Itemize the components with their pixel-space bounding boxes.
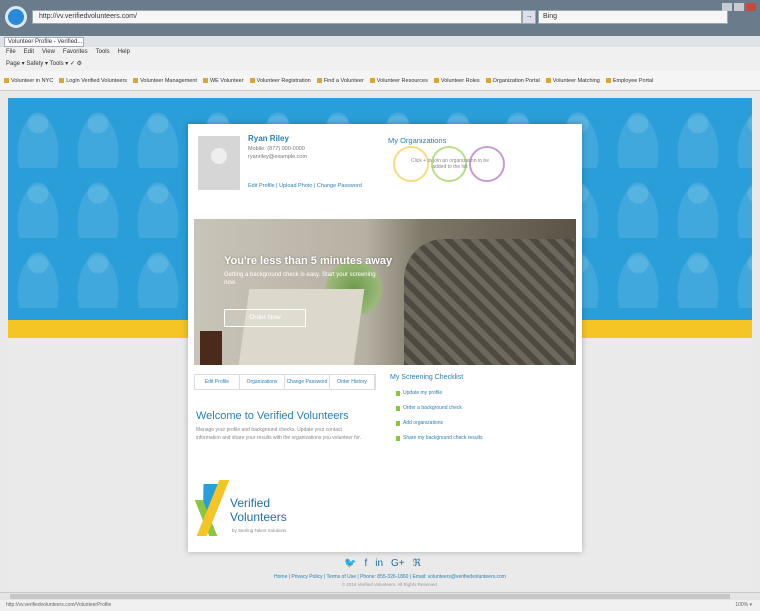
verified-volunteers-logo: Verified Volunteers by Sterling Talent S… [192, 478, 318, 548]
social-icons: 🐦 f in G+ ℜ [344, 558, 421, 569]
person-image [404, 239, 574, 365]
dashboard-card: Ryan Riley Mobile: (877) 000-0000 ryanri… [188, 124, 582, 552]
favorite-link[interactable]: Volunteer Registration [249, 78, 311, 84]
order-now-button[interactable]: Order Now [224, 309, 306, 327]
address-bar[interactable]: http://vv.verifiedvolunteers.com/ [32, 10, 522, 24]
favorite-icon [605, 78, 611, 83]
favorite-icon [249, 78, 255, 83]
profile-email: ryanriley@example.com [248, 154, 308, 160]
favorite-link[interactable]: Volunteer in NYC [4, 78, 53, 84]
menu-view[interactable]: View [42, 47, 55, 57]
command-bar[interactable]: Page ▾ Safety ▾ Tools ▾ ✓ ⚙ [0, 57, 760, 71]
favorite-link[interactable]: Login Verified Volunteers [59, 78, 127, 84]
go-button[interactable]: → [522, 10, 536, 24]
favorite-icon [433, 78, 439, 83]
bullet-icon [396, 435, 400, 441]
menu-favorites[interactable]: Favorites [63, 47, 88, 57]
favorite-link[interactable]: Volunteer Management [133, 78, 197, 84]
avatar[interactable] [198, 136, 240, 190]
mug-image [200, 331, 222, 365]
browser-titlebar: http://vv.verifiedvolunteers.com/ → Bing [0, 0, 760, 36]
favorite-link[interactable]: Volunteer Resources [369, 78, 428, 84]
favorite-icon [485, 78, 491, 83]
favorite-link[interactable]: Volunteer Roles [433, 78, 480, 84]
logo-tagline: by Sterling Talent Solutions [232, 528, 287, 533]
laptop-image [238, 289, 365, 365]
banner-headline: You're less than 5 minutes away [224, 255, 393, 267]
zoom-level[interactable]: 100% ▾ [735, 600, 752, 611]
profile-name: Ryan Riley [248, 134, 289, 143]
menu-edit[interactable]: Edit [24, 47, 34, 57]
favorite-icon [59, 78, 65, 83]
checklist-item[interactable]: Add organizations [396, 420, 443, 426]
maximize-icon[interactable] [734, 3, 744, 11]
welcome-text: Manage your profile and background check… [196, 427, 362, 441]
bullet-icon [396, 390, 400, 396]
status-bar: http://vv.verifiedvolunteers.com/Volunte… [0, 600, 760, 611]
organizations-empty-text: Click + to join an organization to be ad… [411, 158, 489, 170]
tab-strip: Volunteer Profile - Verified... [0, 36, 760, 47]
welcome-title: Welcome to Verified Volunteers [196, 410, 349, 422]
close-icon[interactable] [746, 3, 756, 11]
search-input[interactable]: Bing [538, 10, 728, 24]
status-url: http://vv.verifiedvolunteers.com/Volunte… [6, 602, 112, 608]
linkedin-icon[interactable]: in [375, 558, 383, 569]
favorite-icon [4, 78, 9, 83]
footer-copyright: © 2016 Verified Volunteers. All Rights R… [341, 582, 439, 587]
promo-banner: You're less than 5 minutes away Getting … [194, 219, 576, 365]
favorite-icon [133, 78, 139, 83]
organizations-title: My Organizations [388, 136, 447, 145]
minimize-icon[interactable] [722, 3, 732, 11]
checklist-item[interactable]: Update my profile [396, 390, 442, 396]
profile-tabs: Edit Profile Organizations Change Passwo… [194, 374, 376, 390]
checklist-item[interactable]: Order a background check [396, 405, 462, 411]
favorite-link[interactable]: WE Volunteer [202, 78, 244, 84]
footer-links[interactable]: Home | Privacy Policy | Terms of Use | P… [240, 574, 540, 580]
tab-order-history[interactable]: Order History [330, 375, 375, 389]
favorite-icon [369, 78, 375, 83]
menu-tools[interactable]: Tools [96, 47, 110, 57]
menu-file[interactable]: File [6, 47, 16, 57]
rss-icon[interactable]: ℜ [413, 558, 421, 569]
favorites-bar: Volunteer in NYC Login Verified Voluntee… [0, 71, 760, 91]
favorite-link[interactable]: Employee Portal [605, 78, 653, 84]
logo-text-volunteers: Volunteers [230, 510, 287, 524]
tab-edit-profile[interactable]: Edit Profile [195, 375, 240, 389]
screening-title: My Screening Checklist [390, 374, 464, 381]
tab-organizations[interactable]: Organizations [240, 375, 285, 389]
window-controls [722, 3, 756, 11]
banner-subtext: Getting a background check is easy. Star… [224, 272, 376, 286]
menu-help[interactable]: Help [118, 47, 130, 57]
favorite-icon [316, 78, 322, 83]
scrollbar-thumb[interactable] [10, 594, 730, 599]
profile-links[interactable]: Edit Profile | Upload Photo | Change Pas… [248, 182, 378, 191]
tab-change-password[interactable]: Change Password [285, 375, 330, 389]
google-plus-icon[interactable]: G+ [391, 558, 405, 569]
internet-explorer-logo-icon[interactable] [5, 6, 27, 28]
favorite-link[interactable]: Organization Portal [485, 78, 540, 84]
favorite-link[interactable]: Volunteer Matching [545, 78, 600, 84]
menu-bar: File Edit View Favorites Tools Help [0, 47, 760, 57]
browser-tab[interactable]: Volunteer Profile - Verified... [4, 37, 84, 47]
logo-text-verified: Verified [230, 496, 271, 510]
favorite-icon [202, 78, 208, 83]
bullet-icon [396, 420, 400, 426]
twitter-icon[interactable]: 🐦 [344, 558, 356, 569]
checklist-item[interactable]: Share my background check results [396, 435, 482, 441]
horizontal-scrollbar[interactable] [0, 592, 760, 600]
favorite-link[interactable]: Find a Volunteer [316, 78, 364, 84]
profile-phone: Mobile: (877) 000-0000 [248, 146, 305, 152]
favorite-icon [545, 78, 551, 83]
bullet-icon [396, 405, 400, 411]
facebook-icon[interactable]: f [364, 558, 367, 569]
